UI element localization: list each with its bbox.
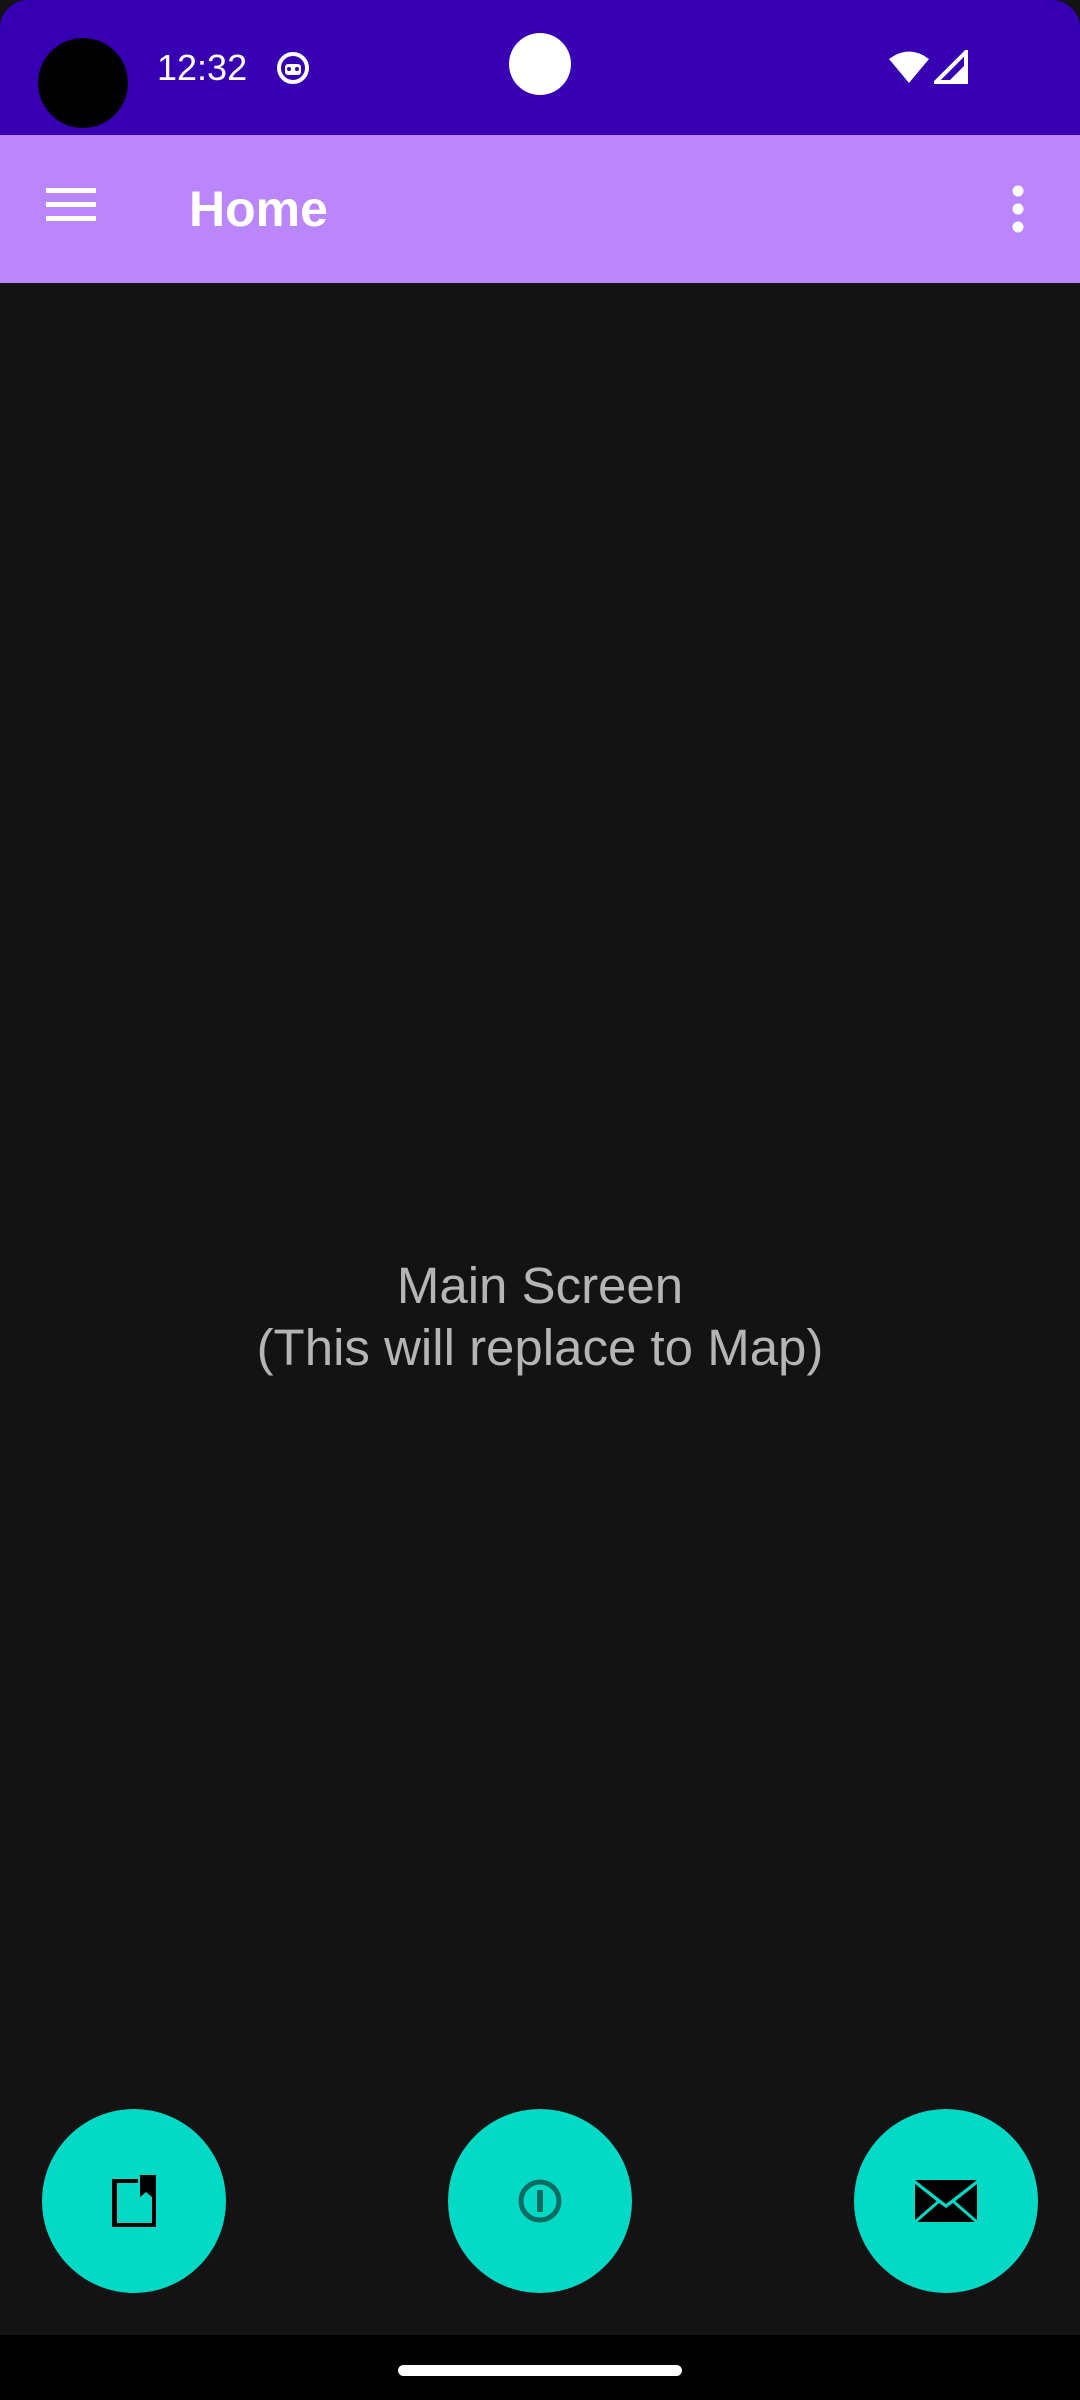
app-notification-icon — [277, 52, 309, 84]
home-indicator[interactable] — [398, 2365, 682, 2376]
page-title: Home — [189, 181, 328, 237]
mail-fab-button[interactable] — [854, 2109, 1038, 2293]
screen: 12:32 Home Main Screen (This will replac… — [0, 0, 1080, 2400]
overflow-menu-button[interactable] — [990, 165, 1054, 253]
main-text-line1: Main Screen — [396, 1257, 684, 1314]
status-center-dot — [509, 33, 571, 95]
mail-icon — [914, 2180, 978, 2224]
cell-signal-icon — [934, 50, 968, 84]
more-vert-icon — [1012, 185, 1024, 233]
info-circle-icon — [518, 2179, 562, 2223]
app-bar: Home — [0, 135, 1080, 283]
system-navigation-bar — [0, 2335, 1080, 2400]
status-time: 12:32 — [157, 47, 248, 88]
main-placeholder-text: Main Screen (This will replace to Map) — [0, 1255, 1080, 1379]
wifi-icon — [889, 51, 929, 83]
main-text-line2: (This will replace to Map) — [256, 1319, 824, 1376]
menu-button[interactable] — [30, 165, 118, 253]
hamburger-menu-icon — [46, 188, 96, 221]
bookmark-book-icon — [112, 2175, 156, 2227]
camera-cutout — [38, 38, 128, 128]
bookmark-fab-button[interactable] — [42, 2109, 226, 2293]
status-bar: 12:32 — [0, 0, 1080, 135]
info-fab-button[interactable] — [448, 2109, 632, 2293]
